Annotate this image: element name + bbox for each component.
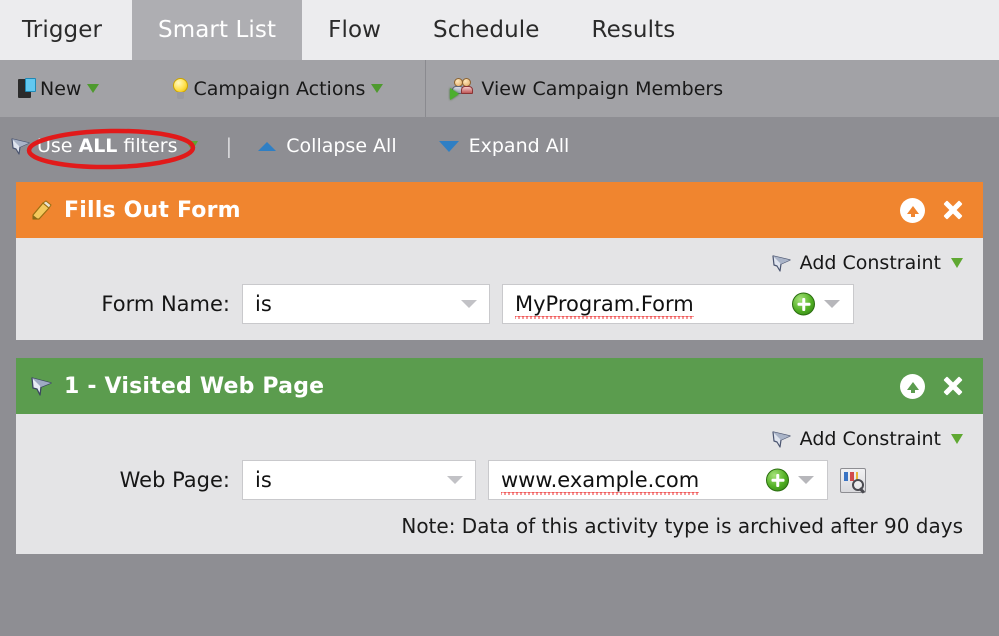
- triangle-down-icon: [438, 140, 459, 152]
- new-button-label: New: [40, 77, 82, 100]
- move-up-icon[interactable]: [900, 197, 925, 223]
- preview-page-icon[interactable]: [840, 467, 866, 494]
- chevron-down-icon[interactable]: [798, 476, 814, 484]
- tab-results-label: Results: [591, 17, 676, 43]
- archive-note: Note: Data of this activity type is arch…: [401, 514, 963, 538]
- collapse-all-label: Collapse All: [286, 135, 397, 157]
- tab-smart-list-label: Smart List: [158, 17, 277, 43]
- panel-body-visited-web-page: Add Constraint Web Page: is www.example.…: [16, 414, 983, 554]
- add-constraint-row: Add Constraint: [34, 428, 965, 450]
- triangle-up-icon: [258, 141, 277, 151]
- filter-bar: Use ALL filters | Collapse All Expand Al…: [0, 118, 999, 174]
- chevron-down-icon: [447, 476, 463, 484]
- pencil-form-icon: [30, 199, 54, 221]
- chevron-down-icon[interactable]: [951, 258, 963, 268]
- chevron-down-icon[interactable]: [824, 300, 840, 308]
- tab-schedule[interactable]: Schedule: [407, 0, 566, 60]
- tab-flow-label: Flow: [328, 17, 382, 43]
- tab-bar-filler: [701, 0, 999, 60]
- panel-title-fills-out-form: Fills Out Form: [64, 197, 241, 223]
- operator-select-form-name[interactable]: is: [242, 284, 490, 324]
- funnel-icon: [771, 253, 792, 273]
- operator-select-value: is: [255, 468, 272, 492]
- use-all-filters-prefix: Use: [37, 135, 73, 157]
- chevron-down-icon[interactable]: [185, 141, 198, 151]
- panel-header-actions: [900, 197, 965, 223]
- tab-trigger[interactable]: Trigger: [0, 0, 133, 60]
- value-input-token: MyProgram.Form: [515, 292, 694, 320]
- smart-list-page: Trigger Smart List Flow Schedule Results…: [0, 0, 999, 636]
- funnel-icon: [771, 429, 792, 449]
- collapse-all-button[interactable]: Collapse All: [258, 135, 397, 157]
- close-icon[interactable]: [941, 374, 965, 398]
- expand-all-button[interactable]: Expand All: [438, 135, 570, 157]
- toolbar-group-primary: New Campaign Actions: [0, 60, 401, 117]
- lightbulb-icon: [171, 77, 190, 100]
- panel-header-fills-out-form[interactable]: Fills Out Form: [16, 182, 983, 238]
- tab-smart-list[interactable]: Smart List: [132, 0, 303, 60]
- tab-trigger-label: Trigger: [22, 17, 103, 43]
- add-constraint-row: Add Constraint: [34, 252, 965, 274]
- close-icon[interactable]: [941, 198, 965, 222]
- filter-bar-separator: |: [225, 134, 233, 158]
- add-value-icon[interactable]: [792, 292, 815, 316]
- use-all-filters-strong: ALL: [78, 135, 118, 157]
- tab-schedule-label: Schedule: [433, 17, 540, 43]
- value-input-web-page[interactable]: www.example.com: [488, 460, 828, 500]
- note-row: Note: Data of this activity type is arch…: [34, 514, 965, 538]
- toolbar-group-secondary: View Campaign Members: [425, 60, 741, 117]
- use-all-filters-link[interactable]: Use ALL filters: [37, 135, 198, 157]
- campaign-actions-button[interactable]: Campaign Actions: [153, 60, 401, 117]
- value-input-form-name[interactable]: MyProgram.Form: [502, 284, 854, 324]
- field-row-web-page: Web Page: is www.example.com: [34, 460, 965, 500]
- funnel-icon: [10, 136, 31, 156]
- use-all-filters-suffix: filters: [123, 135, 178, 157]
- panel-title-visited-web-page: 1 - Visited Web Page: [64, 373, 325, 399]
- toolbar: New Campaign Actions View Campaign Membe…: [0, 60, 999, 118]
- add-constraint-button[interactable]: Add Constraint: [771, 428, 963, 450]
- campaign-actions-label: Campaign Actions: [193, 77, 366, 100]
- view-campaign-members-button[interactable]: View Campaign Members: [426, 60, 741, 117]
- field-label-web-page: Web Page:: [119, 468, 230, 492]
- users-icon: [450, 78, 474, 100]
- tab-bar: Trigger Smart List Flow Schedule Results: [0, 0, 999, 60]
- add-constraint-button[interactable]: Add Constraint: [771, 252, 963, 274]
- tab-results[interactable]: Results: [565, 0, 702, 60]
- operator-select-value: is: [255, 292, 272, 316]
- value-input-token: www.example.com: [501, 468, 700, 496]
- panel-visited-web-page: 1 - Visited Web Page Add Constraint Web …: [16, 358, 983, 554]
- tab-flow[interactable]: Flow: [302, 0, 408, 60]
- funnel-icon: [30, 375, 54, 397]
- panel-fills-out-form: Fills Out Form Add Constraint Form Name:…: [16, 182, 983, 340]
- new-button[interactable]: New: [0, 60, 117, 117]
- panel-header-visited-web-page[interactable]: 1 - Visited Web Page: [16, 358, 983, 414]
- panel-header-actions: [900, 373, 965, 399]
- filter-panels: Fills Out Form Add Constraint Form Name:…: [0, 174, 999, 554]
- chevron-down-icon[interactable]: [87, 84, 100, 93]
- field-label-form-name: Form Name:: [101, 292, 230, 316]
- view-campaign-members-label: View Campaign Members: [481, 77, 724, 100]
- add-constraint-label: Add Constraint: [799, 252, 941, 274]
- panel-body-fills-out-form: Add Constraint Form Name: is MyProgram.F…: [16, 238, 983, 340]
- expand-all-label: Expand All: [468, 135, 570, 157]
- document-icon: [18, 78, 37, 99]
- move-up-icon[interactable]: [900, 373, 925, 399]
- chevron-down-icon: [461, 300, 477, 308]
- operator-select-web-page[interactable]: is: [242, 460, 476, 500]
- field-row-form-name: Form Name: is MyProgram.Form: [34, 284, 965, 324]
- add-value-icon[interactable]: [766, 468, 789, 492]
- chevron-down-icon[interactable]: [371, 84, 384, 93]
- chevron-down-icon[interactable]: [951, 434, 963, 444]
- add-constraint-label: Add Constraint: [799, 428, 941, 450]
